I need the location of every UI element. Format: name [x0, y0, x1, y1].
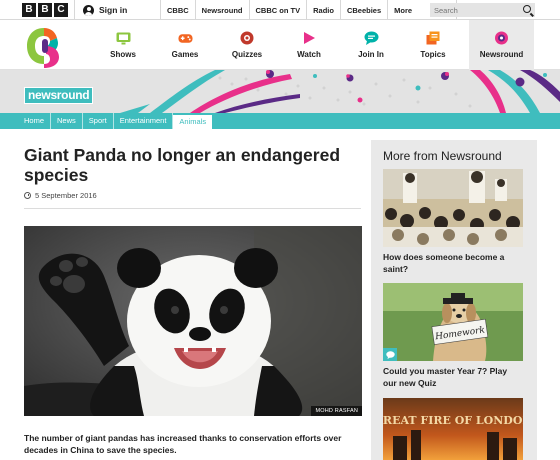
bbc-link-cbbc-on-tv[interactable]: CBBC on TV: [248, 0, 307, 20]
nav-item-label: Join In: [358, 50, 384, 59]
bbc-links: CBBC Newsround CBBC on TV Radio CBeebies…: [160, 0, 458, 20]
clock-icon: [24, 192, 31, 199]
nav-item-newsround[interactable]: Newsround: [469, 20, 534, 70]
search-icon[interactable]: [523, 5, 531, 13]
sidebar-title: More from Newsround: [383, 149, 502, 163]
cbbc-nav-items: Shows Games Quizzes Watch Join In Topics…: [92, 20, 534, 70]
nav-item-topics[interactable]: Topics: [402, 20, 464, 70]
nav-item-label: Watch: [297, 50, 321, 59]
promo-caption: Could you master Year 7? Play our new Qu…: [383, 366, 508, 388]
giant-panda-image: [24, 226, 362, 416]
nav-item-label: Quizzes: [231, 50, 263, 59]
section-nav: Home News Sport Entertainment Animals: [0, 113, 560, 129]
newsround-logo[interactable]: newsround: [24, 87, 94, 104]
nav-item-label: Newsround: [479, 50, 524, 59]
more-from-newsround: More from Newsround How does someone bec…: [371, 140, 537, 460]
nav-item-join-in[interactable]: Join In: [340, 20, 402, 70]
homework-dog-image: Homework: [383, 283, 523, 361]
bbc-link-label: CBBC on TV: [255, 5, 301, 15]
bbc-link-cbbc[interactable]: CBBC: [160, 0, 195, 20]
nav-item-quizzes[interactable]: Quizzes: [216, 20, 278, 70]
quiz-icon: [240, 31, 255, 45]
bbc-link-label: CBBC: [167, 5, 189, 15]
play-icon: [302, 31, 317, 45]
bbc-link-label: More: [394, 5, 413, 15]
bbc-link-newsround[interactable]: Newsround: [194, 0, 249, 20]
nav-item-label: Topics: [420, 50, 446, 59]
signin-label: Sign in: [99, 5, 128, 15]
image-credit: MOHD RASFAN: [311, 406, 362, 416]
bbc-link-label: Radio: [313, 5, 334, 15]
nav-item-label: Shows: [110, 50, 136, 59]
section-nav-animals[interactable]: Animals: [173, 115, 213, 129]
article-hero-image: MOHD RASFAN: [24, 226, 362, 416]
article-title: Giant Panda no longer an endangered spec…: [24, 145, 341, 185]
signin-link[interactable]: Sign in: [74, 0, 159, 20]
tv-icon: [116, 31, 131, 45]
topics-icon: [426, 31, 441, 45]
saint-crowd-image: [383, 169, 523, 247]
bbc-global-bar: B B C Sign in CBBC Newsround CBBC on TV …: [0, 0, 560, 20]
great-fire-image: GREAT FIRE OF LONDON: [383, 398, 523, 460]
chat-icon: [364, 31, 379, 45]
nav-item-watch[interactable]: Watch: [278, 20, 340, 70]
bbc-logo-letter: B: [22, 3, 36, 17]
nav-item-shows[interactable]: Shows: [92, 20, 154, 70]
bbc-logo-letter: B: [38, 3, 52, 17]
section-nav-home[interactable]: Home: [18, 113, 52, 129]
cbbc-logo[interactable]: [24, 24, 68, 68]
search-box: [430, 3, 535, 17]
bbc-link-label: Newsround: [201, 5, 243, 15]
bbc-link-label: CBeebies: [346, 5, 382, 15]
promo-card[interactable]: Homework Could you master Year 7? Play o…: [383, 283, 523, 389]
nav-item-label: Games: [171, 50, 199, 59]
bbc-logo-letter: C: [54, 3, 68, 17]
article-date: 5 September 2016: [24, 191, 97, 200]
promo-card[interactable]: How does someone become a saint?: [383, 169, 523, 275]
bbc-link-cbeebies[interactable]: CBeebies: [339, 0, 387, 20]
bbc-link-radio[interactable]: Radio: [306, 0, 340, 20]
promo-card[interactable]: GREAT FIRE OF LONDON: [383, 398, 523, 460]
bbc-logo[interactable]: B B C: [22, 3, 68, 17]
gamepad-icon: [177, 31, 193, 45]
cbbc-nav: Shows Games Quizzes Watch Join In Topics…: [0, 20, 560, 70]
newsround-icon: [494, 31, 509, 45]
promo-caption: How does someone become a saint?: [383, 252, 505, 274]
divider: [24, 208, 361, 209]
article-date-text: 5 September 2016: [35, 191, 97, 200]
nav-item-games[interactable]: Games: [154, 20, 216, 70]
article-summary: The number of giant pandas has increased…: [24, 433, 342, 455]
chat-icon: [383, 348, 397, 361]
search-input[interactable]: [430, 5, 518, 15]
user-icon: [83, 4, 94, 16]
newsround-banner: newsround: [0, 70, 560, 113]
section-nav-sport[interactable]: Sport: [83, 113, 114, 129]
section-nav-news[interactable]: News: [51, 113, 83, 129]
section-nav-entertainment[interactable]: Entertainment: [114, 113, 174, 129]
promo-sign-text: GREAT FIRE OF LONDON: [383, 414, 523, 427]
